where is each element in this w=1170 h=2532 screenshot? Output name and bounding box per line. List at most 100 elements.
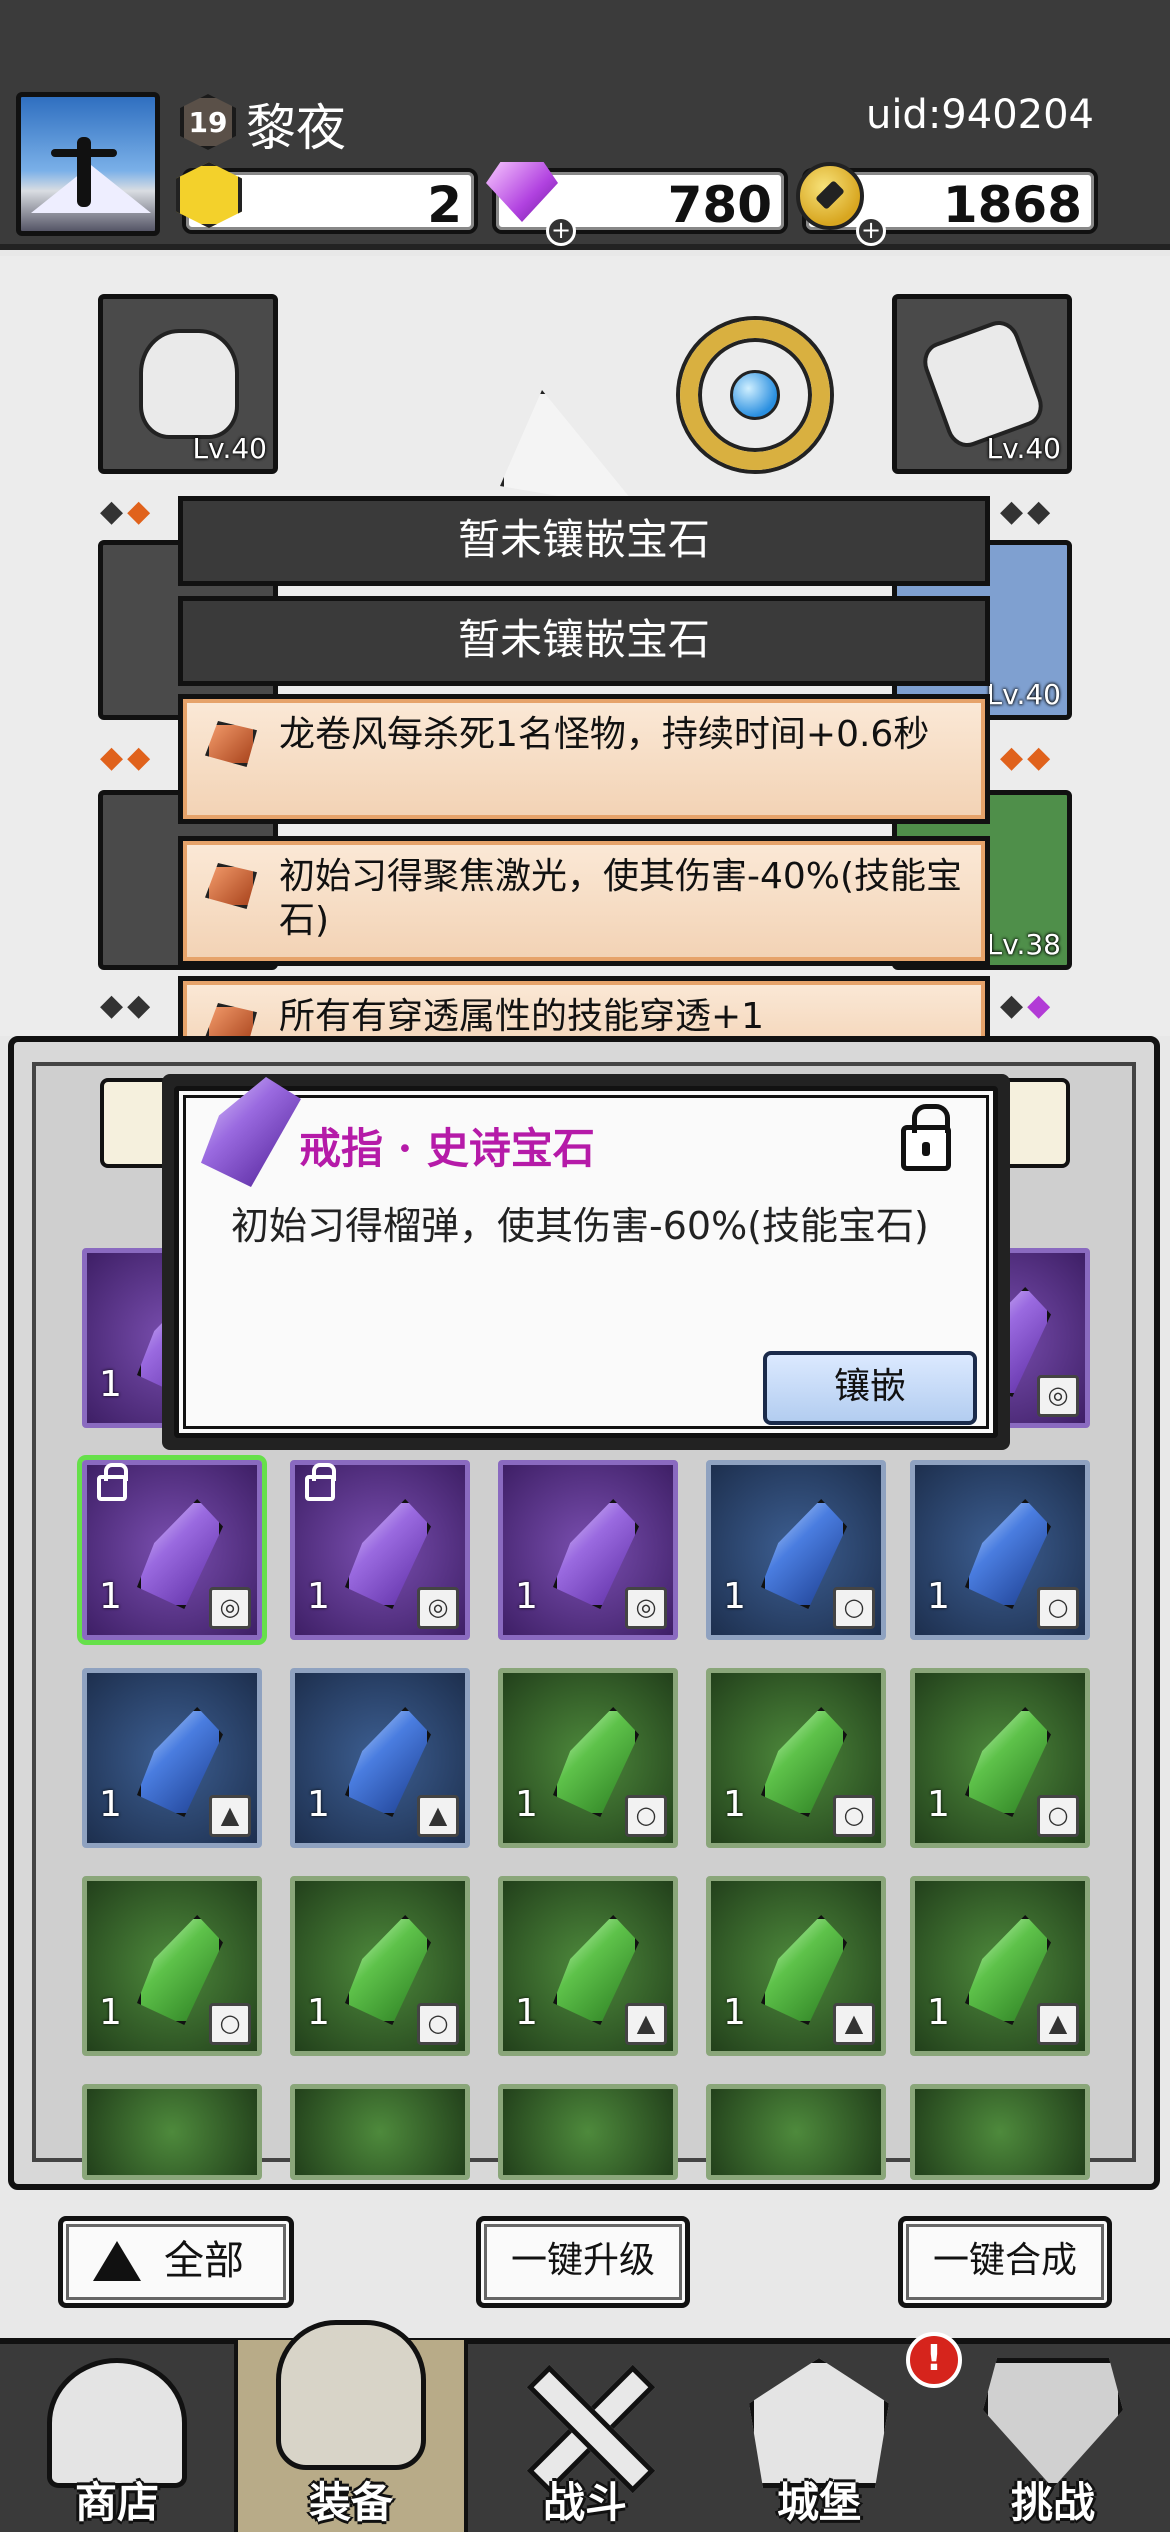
gem-detail-title: 戒指 · 史诗宝石 (299, 1124, 595, 1173)
equip-level: Lv.38 (986, 928, 1061, 961)
equip-slot-gloves[interactable]: Lv.40 (892, 294, 1072, 474)
gem-cell[interactable]: 1 ◎ (498, 1460, 678, 1640)
equip-slot-helmet[interactable]: Lv.40 (98, 294, 278, 474)
socket-indicator: ◆◆ (100, 740, 155, 775)
inlay-button[interactable]: 镶嵌 (763, 1351, 977, 1425)
gem-count: 1 (927, 1576, 950, 1617)
socket-indicator: ◆◆ (100, 494, 155, 529)
necklace-type-icon: ○ (209, 2003, 251, 2045)
gem-cell[interactable]: 1 ○ (290, 1876, 470, 2056)
gem-cell[interactable] (706, 2084, 886, 2180)
player-name: 黎夜 (246, 99, 346, 157)
lock-icon (97, 1463, 128, 1501)
gem-cell[interactable]: 1 ▲ (706, 1876, 886, 2056)
helmet-icon (139, 329, 239, 439)
nav-castle[interactable]: 城堡 (702, 2340, 936, 2532)
epic-gem-icon (201, 1077, 301, 1187)
gem-cell[interactable]: 1 ○ (910, 1460, 1090, 1640)
gem-cell[interactable]: 1 ○ (706, 1460, 886, 1640)
lock-icon (305, 1463, 336, 1501)
gem-cell[interactable]: 1 ▲ (498, 1876, 678, 2056)
gem-count: 1 (99, 1576, 122, 1617)
nav-battle[interactable]: 战斗 (468, 2340, 702, 2532)
gem-detail-popup: 戒指 · 史诗宝石 初始习得榴弹，使其伤害-60%(技能宝石) 镶嵌 (162, 1074, 1010, 1450)
castle-alert-badge: ! (906, 2332, 962, 2388)
necklace-type-icon: ○ (833, 1795, 875, 1837)
socket-desc: 龙卷风每杀死1名怪物，持续时间+0.6秒 (279, 714, 930, 755)
gem-cell[interactable]: 1 ○ (706, 1668, 886, 1848)
gem-cell[interactable]: 1 ▲ (910, 1876, 1090, 2056)
socket-filled-2[interactable]: 初始习得聚焦激光，使其伤害-40%(技能宝石) (178, 836, 990, 966)
gem-cell[interactable] (910, 2084, 1090, 2180)
necklace-type-icon: ○ (625, 1795, 667, 1837)
socket-filled-1[interactable]: 龙卷风每杀死1名怪物，持续时间+0.6秒 (178, 694, 990, 824)
filter-all-label: 全部 (164, 2238, 244, 2284)
triangle-icon (93, 2241, 141, 2281)
filter-tab[interactable] (100, 1078, 170, 1168)
gem-cell[interactable]: 1 ▲ (82, 1668, 262, 1848)
nav-shop[interactable]: 商店 (0, 2340, 234, 2532)
gold-counter: + 1868 (796, 162, 1098, 246)
gem-count: 1 (307, 1992, 330, 2033)
gem-detail-description: 初始习得榴弹，使其伤害-60%(技能宝石) (231, 1204, 929, 1248)
necklace-type-icon: ○ (1037, 1587, 1079, 1629)
gem-cell[interactable]: 1 ○ (910, 1668, 1090, 1848)
armor-type-icon: ▲ (833, 2003, 875, 2045)
player-uid: uid:940204 (865, 92, 1094, 138)
gem-count: 1 (515, 1576, 538, 1617)
necklace-type-icon: ○ (833, 1587, 875, 1629)
player-avatar[interactable] (16, 92, 160, 236)
filter-all-button[interactable]: 全部 (58, 2216, 294, 2308)
gem-count: 1 (723, 1784, 746, 1825)
gem-cell[interactable]: 1 ○ (82, 1876, 262, 2056)
socket-indicator: ◆◆ (1000, 494, 1055, 529)
nav-equipment-label: 装备 (308, 2478, 393, 2527)
ring-type-icon: ◎ (1037, 1375, 1079, 1417)
ring-type-icon: ◎ (417, 1587, 459, 1629)
merge-all-button[interactable]: 一键合成 (898, 2216, 1112, 2308)
ring-type-icon: ◎ (209, 1587, 251, 1629)
gem-cell[interactable]: 1 ◎ (290, 1460, 470, 1640)
add-diamonds-button[interactable]: + (546, 216, 576, 246)
lock-toggle-icon[interactable] (901, 1104, 951, 1171)
gem-cell[interactable] (498, 2084, 678, 2180)
socket-indicator: ◆◆ (100, 988, 155, 1023)
gem-cell[interactable]: 1 ▲ (290, 1668, 470, 1848)
socket-empty-2[interactable]: 暂未镶嵌宝石 (178, 596, 990, 686)
backpack-icon (276, 2320, 426, 2470)
sort-tab[interactable] (1000, 1078, 1070, 1168)
add-gold-button[interactable]: + (856, 216, 886, 246)
socket-indicator: ◆◆ (1000, 988, 1055, 1023)
gem-count: 1 (515, 1992, 538, 2033)
socket-empty-1[interactable]: 暂未镶嵌宝石 (178, 496, 990, 586)
gem-count: 1 (723, 1992, 746, 2033)
nav-shop-label: 商店 (74, 2478, 159, 2527)
nav-challenge-label: 挑战 (1010, 2478, 1095, 2527)
energy-value: 2 (427, 176, 462, 234)
gem-count: 1 (515, 1784, 538, 1825)
gem-count: 1 (99, 1364, 122, 1405)
upgrade-all-button[interactable]: 一键升级 (476, 2216, 690, 2308)
gem-cell[interactable]: 1 ○ (498, 1668, 678, 1848)
equip-level: Lv.40 (986, 678, 1061, 711)
socket-desc: 初始习得聚焦激光，使其伤害-40%(技能宝石) (279, 856, 963, 941)
gem-count: 1 (927, 1784, 950, 1825)
armor-type-icon: ▲ (1037, 2003, 1079, 2045)
gem-cell[interactable] (82, 2084, 262, 2180)
orange-gem-icon (205, 721, 257, 767)
armor-type-icon: ▲ (417, 1795, 459, 1837)
staff-orb-art (730, 370, 780, 420)
gem-cell-selected[interactable]: 1 ◎ (82, 1460, 262, 1640)
gem-count: 1 (723, 1576, 746, 1617)
nav-challenge[interactable]: 挑战 (936, 2340, 1170, 2532)
gem-cell[interactable] (290, 2084, 470, 2180)
nav-equipment[interactable]: 装备 (234, 2320, 468, 2532)
ring-type-icon: ◎ (625, 1587, 667, 1629)
equip-level: Lv.40 (192, 432, 267, 465)
energy-gem-icon (176, 162, 254, 240)
energy-counter: 2 (176, 162, 478, 234)
necklace-type-icon: ○ (417, 2003, 459, 2045)
gem-count: 1 (99, 1992, 122, 2033)
armor-type-icon: ▲ (625, 2003, 667, 2045)
socket-indicator: ◆◆ (1000, 740, 1055, 775)
